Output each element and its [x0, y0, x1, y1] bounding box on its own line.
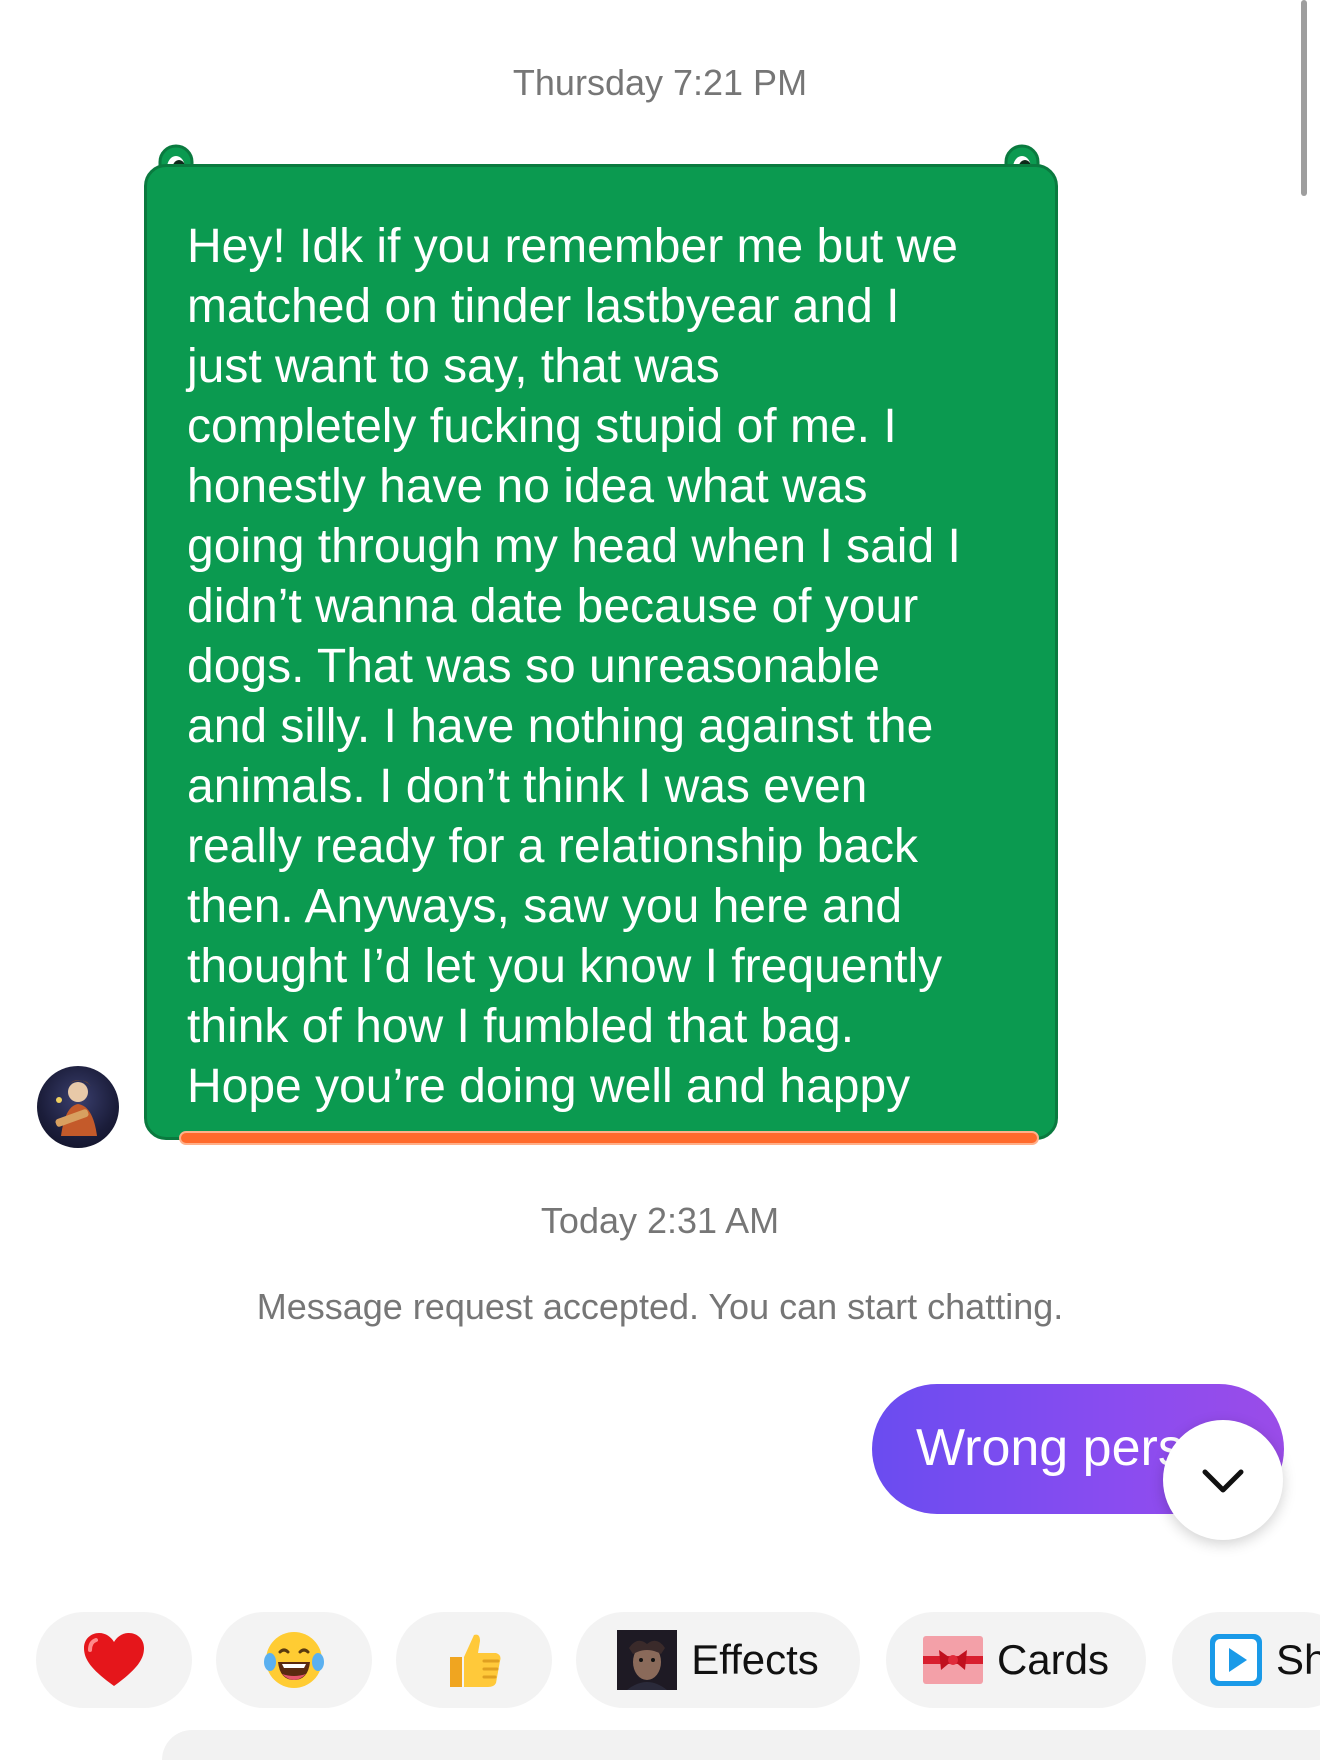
message-input-bar[interactable]: [162, 1730, 1320, 1760]
cards-icon: [922, 1636, 983, 1684]
received-message-card[interactable]: Hey! Idk if you remember me but we match…: [140, 140, 1064, 1146]
effects-icon: [617, 1630, 678, 1690]
avatar-image: [55, 1080, 97, 1136]
play-icon: [1210, 1634, 1262, 1686]
received-message-text: Hey! Idk if you remember me but we match…: [187, 220, 961, 1113]
avatar[interactable]: [37, 1066, 119, 1148]
quick-reply-laughing[interactable]: [216, 1612, 372, 1708]
sent-message-text: Wrong pers: [916, 1419, 1184, 1477]
card-underline: [179, 1131, 1039, 1145]
thumbs-up-icon: [450, 1634, 501, 1687]
cards-label: Cards: [996, 1636, 1110, 1683]
share-label: Sh: [1276, 1636, 1320, 1683]
quick-reply-thumbs-up[interactable]: [396, 1612, 552, 1708]
timestamp: Today 2:31 AM: [540, 1200, 780, 1241]
timestamp: Thursday 7:21 PM: [512, 62, 808, 103]
system-note: Message request accepted. You can start …: [256, 1286, 1064, 1327]
scroll-to-bottom-button[interactable]: [1163, 1420, 1283, 1540]
laughing-emoji-icon: [264, 1632, 324, 1688]
message-card-body: Hey! Idk if you remember me but we match…: [144, 164, 1058, 1145]
quick-reply-share[interactable]: Sh: [1172, 1612, 1320, 1708]
effects-label: Effects: [691, 1636, 819, 1683]
quick-reply-cards[interactable]: Cards: [886, 1612, 1146, 1708]
quick-reply-effects[interactable]: Effects: [576, 1612, 860, 1708]
heart-icon: [84, 1633, 144, 1686]
chevron-down-icon: [1202, 1469, 1244, 1493]
quick-reply-heart[interactable]: [36, 1612, 192, 1708]
